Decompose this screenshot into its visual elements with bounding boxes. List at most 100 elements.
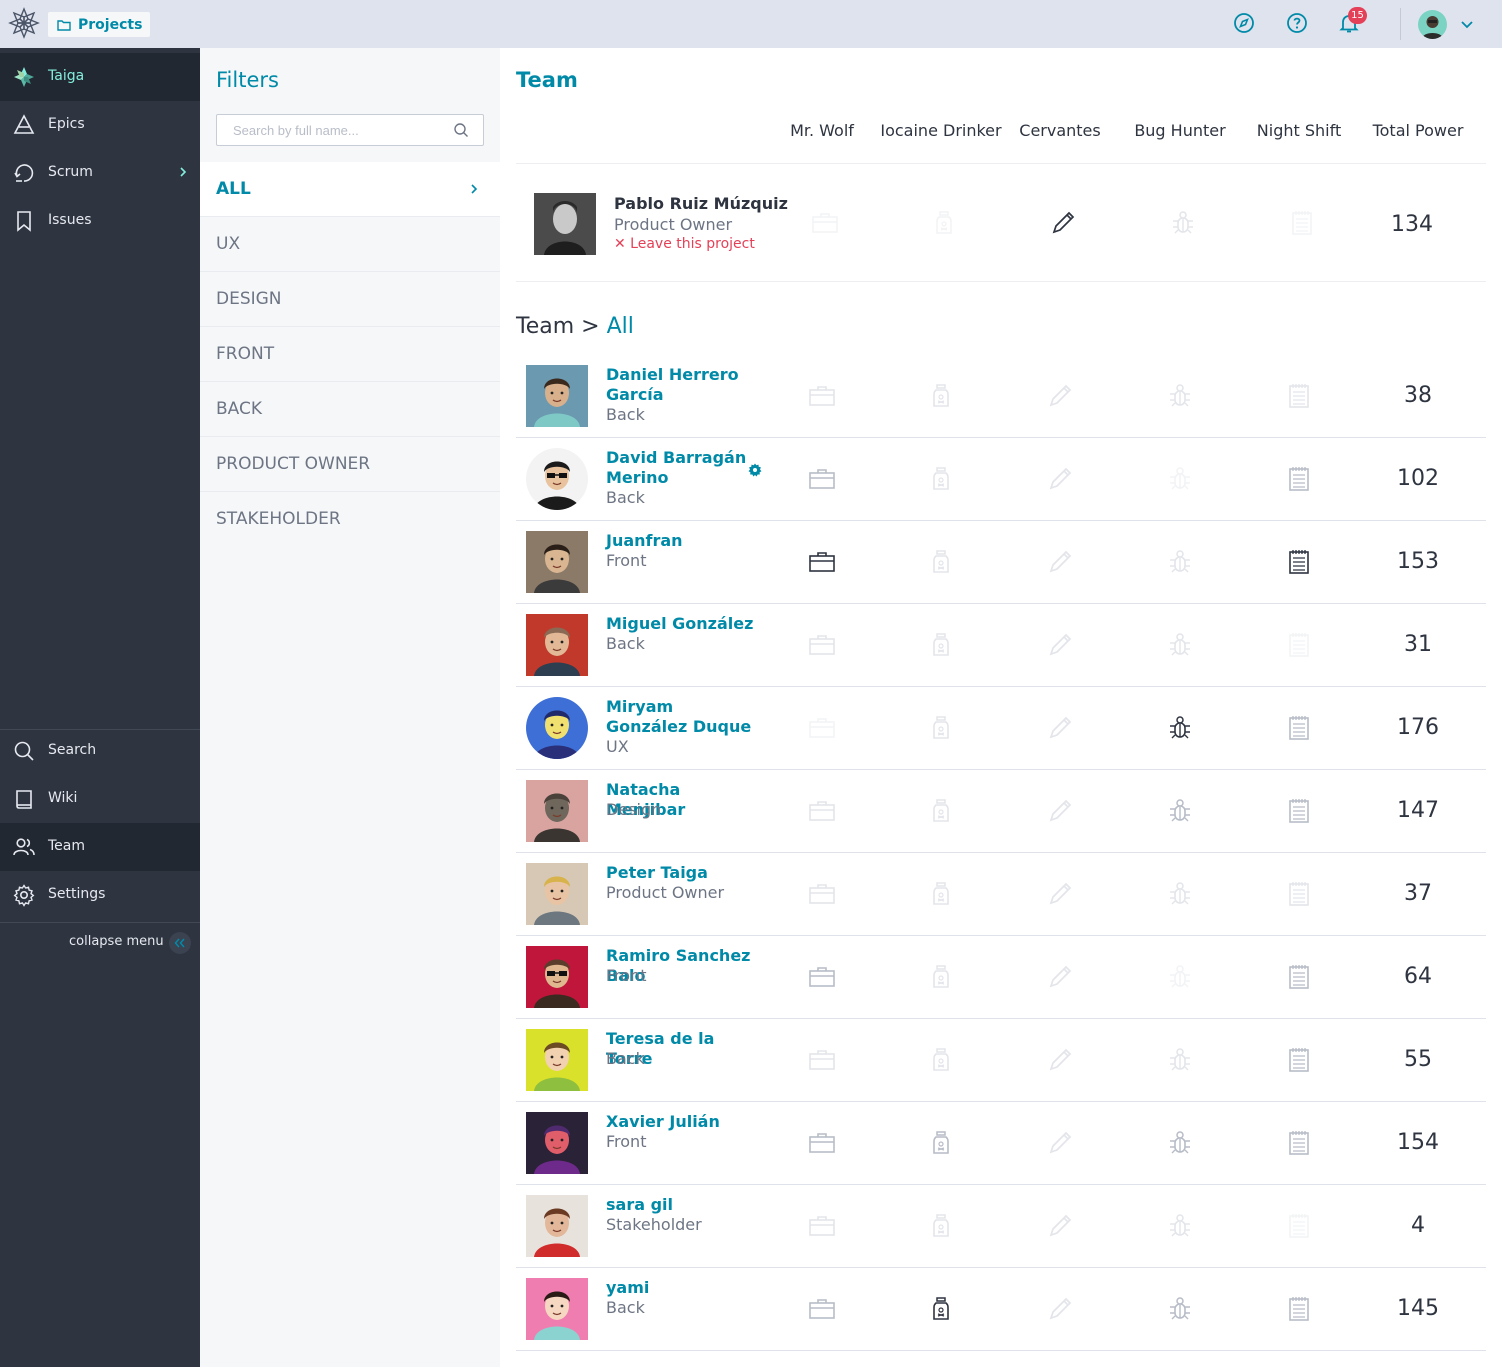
- column-header-total-power: Total Power: [1372, 121, 1464, 140]
- double-chevron-left-icon: [174, 938, 185, 948]
- taiga-logo-icon[interactable]: [7, 6, 41, 40]
- total-power: 31: [1404, 632, 1432, 657]
- column-header-bug-hunter: Bug Hunter: [1134, 121, 1226, 140]
- avatar[interactable]: [526, 365, 588, 427]
- briefcase-icon: [812, 213, 838, 233]
- filter-role-stakeholder[interactable]: STAKEHOLDER: [200, 492, 500, 547]
- collapse-menu-label[interactable]: collapse menu: [69, 934, 164, 949]
- avatar[interactable]: [526, 614, 588, 676]
- bug-icon: [1170, 799, 1190, 822]
- bug-icon: [1170, 965, 1190, 988]
- member-name[interactable]: Miguel González: [606, 614, 756, 634]
- avatar[interactable]: [526, 531, 588, 593]
- bug-icon: [1170, 1131, 1190, 1154]
- chevron-down-icon[interactable]: [1460, 17, 1474, 31]
- poison-bottle-icon: [933, 882, 949, 905]
- collapse-menu-button[interactable]: [169, 932, 191, 954]
- notebook-icon: [1289, 467, 1309, 491]
- member-name[interactable]: Peter Taiga: [606, 863, 756, 883]
- member-role: UX: [606, 737, 629, 756]
- pencil-icon: [1049, 384, 1072, 407]
- breadcrumb-prefix: Team >: [516, 314, 607, 339]
- member-role: Design: [606, 800, 662, 819]
- sidebar-item-settings[interactable]: Settings: [0, 871, 200, 919]
- filter-role-product-owner[interactable]: PRODUCT OWNER: [200, 437, 500, 492]
- bug-icon: [1170, 882, 1190, 905]
- column-header-iocaine-drinker: Iocaine Drinker: [880, 121, 1002, 140]
- poison-bottle-icon: [933, 1048, 949, 1071]
- help-icon[interactable]: [1285, 11, 1309, 35]
- avatar[interactable]: [526, 1029, 588, 1091]
- avatar[interactable]: [526, 697, 588, 759]
- member-name[interactable]: Juanfran: [606, 531, 756, 551]
- sidebar-item-team[interactable]: Team: [0, 823, 200, 871]
- breadcrumb: Team > All: [516, 314, 634, 339]
- filter-role-back[interactable]: BACK: [200, 382, 500, 437]
- member-name[interactable]: Miryam González Duque: [606, 697, 756, 737]
- member-name[interactable]: yami: [606, 1278, 756, 1298]
- filter-role-label: FRONT: [216, 344, 275, 364]
- team-icon: [13, 838, 35, 856]
- pencil-icon: [1049, 882, 1072, 905]
- sidebar-item-wiki[interactable]: Wiki: [0, 775, 200, 823]
- poison-bottle-icon: [933, 384, 949, 407]
- total-power: 64: [1404, 964, 1432, 989]
- avatar[interactable]: [526, 863, 588, 925]
- book-icon: [16, 790, 32, 809]
- filter-role-label: BACK: [216, 399, 263, 419]
- total-power: 102: [1397, 466, 1439, 491]
- user-avatar[interactable]: [1418, 10, 1447, 39]
- briefcase-icon: [809, 718, 835, 738]
- avatar[interactable]: [526, 946, 588, 1008]
- filter-role-ux[interactable]: UX: [200, 217, 500, 272]
- member-role: Stakeholder: [606, 1215, 702, 1234]
- avatar[interactable]: [526, 1278, 588, 1340]
- briefcase-icon: [809, 884, 835, 904]
- search-input[interactable]: [218, 116, 448, 144]
- column-header-night-shift: Night Shift: [1256, 121, 1342, 140]
- projects-button[interactable]: Projects: [48, 12, 151, 37]
- sidebar-item-label: Wiki: [48, 790, 78, 806]
- search-icon[interactable]: [453, 122, 469, 138]
- projects-label: Projects: [78, 16, 143, 33]
- folder-icon: [57, 19, 71, 31]
- leave-project-link[interactable]: ✕ Leave this project: [614, 236, 755, 252]
- page-title: Team: [516, 68, 578, 92]
- sidebar-item-label: Epics: [48, 116, 85, 132]
- table-row: Natacha Menjibar Design 147: [516, 770, 1486, 853]
- sidebar-item-search[interactable]: Search: [0, 727, 200, 775]
- sidebar-item-label: Search: [48, 742, 97, 758]
- filter-role-front[interactable]: FRONT: [200, 327, 500, 382]
- table-row: Miryam González Duque UX 176: [516, 687, 1486, 770]
- sidebar-item-issues[interactable]: Issues: [0, 197, 200, 245]
- member-role: Front: [606, 551, 647, 570]
- briefcase-icon: [809, 801, 835, 821]
- current-user-row: Pablo Ruiz Múzquiz Product Owner ✕ Leave…: [516, 164, 1486, 282]
- member-name[interactable]: Xavier Julián: [606, 1112, 756, 1132]
- compass-icon[interactable]: [1232, 11, 1256, 35]
- member-name[interactable]: sara gil: [606, 1195, 756, 1215]
- filter-role-all[interactable]: ALL: [200, 162, 500, 217]
- sidebar-item-label: Taiga: [48, 68, 85, 84]
- sidebar-item-epics[interactable]: Epics: [0, 101, 200, 149]
- poison-bottle-icon: [933, 1214, 949, 1237]
- poison-bottle-icon: [933, 716, 949, 739]
- avatar[interactable]: [526, 448, 588, 510]
- member-name[interactable]: David Barragán Merino: [606, 448, 756, 488]
- poison-bottle-icon: [933, 799, 949, 822]
- member-role: Back: [606, 1049, 645, 1068]
- column-header-cervantes: Cervantes: [1019, 121, 1101, 140]
- avatar[interactable]: [526, 1195, 588, 1257]
- sidebar-item-taiga[interactable]: Taiga: [0, 53, 200, 101]
- filter-role-design[interactable]: DESIGN: [200, 272, 500, 327]
- sidebar-item-scrum[interactable]: Scrum: [0, 149, 200, 197]
- notebook-icon: [1289, 882, 1309, 906]
- total-power: 145: [1397, 1296, 1439, 1321]
- avatar[interactable]: [526, 1112, 588, 1174]
- poison-bottle-icon: [933, 965, 949, 988]
- bug-icon: [1170, 1214, 1190, 1237]
- member-name[interactable]: Daniel Herrero García: [606, 365, 756, 405]
- notebook-icon: [1289, 1048, 1309, 1072]
- table-row: yami Back 145: [516, 1268, 1486, 1351]
- avatar[interactable]: [526, 780, 588, 842]
